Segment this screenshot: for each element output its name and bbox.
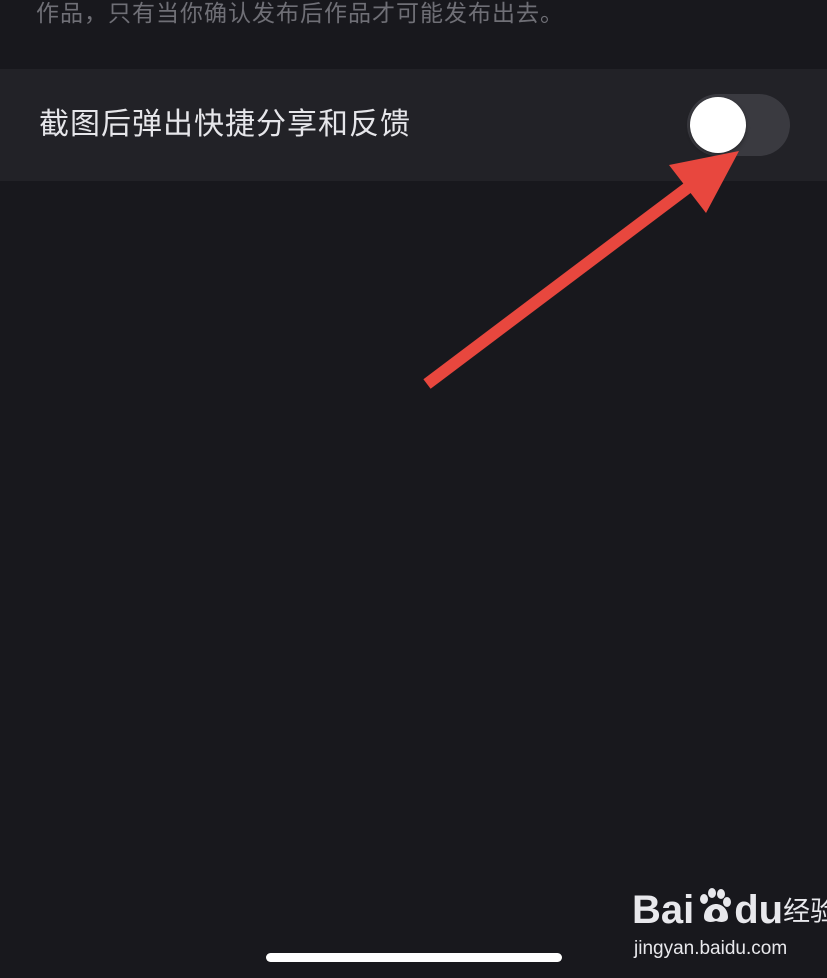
toggle-knob (690, 97, 746, 153)
paw-icon (695, 886, 733, 938)
description-text: 作品，只有当你确认发布后作品才可能发布出去。 (36, 1, 564, 27)
screenshot-share-setting-row: 截图后弹出快捷分享和反馈 (0, 69, 827, 181)
screenshot-share-toggle[interactable] (687, 94, 790, 156)
baidu-jingyan-watermark: Bai du经验 jingyan.baidu.com (628, 884, 827, 964)
home-indicator[interactable] (266, 953, 562, 962)
screenshot-share-setting-label: 截图后弹出快捷分享和反馈 (39, 107, 411, 142)
watermark-logo-cn: 经验 (783, 896, 827, 928)
watermark-logo-right: du (734, 888, 784, 932)
watermark-logo-left: Bai (632, 888, 695, 932)
watermark-logo: Bai du经验 (632, 884, 827, 936)
watermark-url: jingyan.baidu.com (634, 938, 788, 959)
